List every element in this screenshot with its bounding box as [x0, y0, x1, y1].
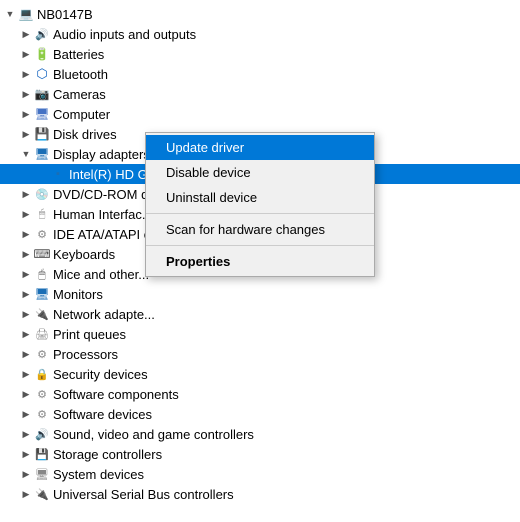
chevron-print	[18, 326, 34, 342]
icon-print: 🖨	[34, 326, 50, 342]
icon-monitors: 🖥	[34, 286, 50, 302]
chevron-computer	[18, 106, 34, 122]
label-batteries: Batteries	[53, 47, 520, 62]
chevron-swcomp	[18, 386, 34, 402]
chevron-security	[18, 366, 34, 382]
label-usb: Universal Serial Bus controllers	[53, 487, 520, 502]
chevron-monitors	[18, 286, 34, 302]
chevron-batteries	[18, 46, 34, 62]
tree-item-security[interactable]: 🔒Security devices	[0, 364, 520, 384]
icon-human: 🖱	[34, 206, 50, 222]
icon-security: 🔒	[34, 366, 50, 382]
label-cameras: Cameras	[53, 87, 520, 102]
label-swdev: Software devices	[53, 407, 520, 422]
tree-item-computer[interactable]: 🖥Computer	[0, 104, 520, 124]
label-computer: Computer	[53, 107, 520, 122]
icon-network: 🔌	[34, 306, 50, 322]
icon-computer: 🖥	[34, 106, 50, 122]
menu-separator	[146, 245, 374, 246]
chevron-sound	[18, 426, 34, 442]
icon-usb: 🔌	[34, 486, 50, 502]
chevron-ide	[18, 226, 34, 242]
chevron-usb	[18, 486, 34, 502]
icon-bluetooth: ⬡	[34, 66, 50, 82]
chevron-cameras	[18, 86, 34, 102]
label-security: Security devices	[53, 367, 520, 382]
icon-disk: 💾	[34, 126, 50, 142]
chevron-mice	[18, 266, 34, 282]
menu-item-scan-hardware[interactable]: Scan for hardware changes	[146, 217, 374, 242]
icon-proc: ⚙	[34, 346, 50, 362]
menu-item-uninstall-device[interactable]: Uninstall device	[146, 185, 374, 210]
icon-dvd: 💿	[34, 186, 50, 202]
tree-item-usb[interactable]: 🔌Universal Serial Bus controllers	[0, 484, 520, 504]
label-swcomp: Software components	[53, 387, 520, 402]
icon-display: 🖥	[34, 146, 50, 162]
label-sysdev: System devices	[53, 467, 520, 482]
chevron-display	[18, 146, 34, 162]
icon-gpu: ▪	[50, 166, 66, 182]
label-bluetooth: Bluetooth	[53, 67, 520, 82]
menu-item-disable-device[interactable]: Disable device	[146, 160, 374, 185]
tree-item-batteries[interactable]: 🔋Batteries	[0, 44, 520, 64]
label-storage: Storage controllers	[53, 447, 520, 462]
tree-item-storage[interactable]: 💾Storage controllers	[0, 444, 520, 464]
tree-item-proc[interactable]: ⚙Processors	[0, 344, 520, 364]
chevron-dvd	[18, 186, 34, 202]
chevron-proc	[18, 346, 34, 362]
tree-item-swdev[interactable]: ⚙Software devices	[0, 404, 520, 424]
chevron-bluetooth	[18, 66, 34, 82]
tree-item-print[interactable]: 🖨Print queues	[0, 324, 520, 344]
chevron-audio	[18, 26, 34, 42]
menu-separator	[146, 213, 374, 214]
label-root: NB0147B	[37, 7, 520, 22]
label-monitors: Monitors	[53, 287, 520, 302]
chevron-storage	[18, 446, 34, 462]
icon-keyboard: ⌨	[34, 246, 50, 262]
icon-audio: 🔊	[34, 26, 50, 42]
menu-item-properties[interactable]: Properties	[146, 249, 374, 274]
chevron-disk	[18, 126, 34, 142]
tree-item-audio[interactable]: 🔊Audio inputs and outputs	[0, 24, 520, 44]
chevron-keyboard	[18, 246, 34, 262]
tree-item-root[interactable]: 💻NB0147B	[0, 4, 520, 24]
label-network: Network adapte...	[53, 307, 520, 322]
icon-swcomp: ⚙	[34, 386, 50, 402]
icon-root: 💻	[18, 6, 34, 22]
chevron-root	[2, 6, 18, 22]
icon-sound: 🔊	[34, 426, 50, 442]
icon-cameras: 📷	[34, 86, 50, 102]
label-print: Print queues	[53, 327, 520, 342]
icon-mice: 🖱	[34, 266, 50, 282]
tree-item-bluetooth[interactable]: ⬡Bluetooth	[0, 64, 520, 84]
context-menu: Update driverDisable deviceUninstall dev…	[145, 132, 375, 277]
label-sound: Sound, video and game controllers	[53, 427, 520, 442]
icon-ide: ⚙	[34, 226, 50, 242]
tree-item-swcomp[interactable]: ⚙Software components	[0, 384, 520, 404]
chevron-human	[18, 206, 34, 222]
icon-swdev: ⚙	[34, 406, 50, 422]
tree-item-network[interactable]: 🔌Network adapte...	[0, 304, 520, 324]
tree-item-sysdev[interactable]: 🖥System devices	[0, 464, 520, 484]
chevron-sysdev	[18, 466, 34, 482]
tree-item-monitors[interactable]: 🖥Monitors	[0, 284, 520, 304]
tree-item-sound[interactable]: 🔊Sound, video and game controllers	[0, 424, 520, 444]
label-proc: Processors	[53, 347, 520, 362]
tree-item-cameras[interactable]: 📷Cameras	[0, 84, 520, 104]
icon-sysdev: 🖥	[34, 466, 50, 482]
chevron-swdev	[18, 406, 34, 422]
chevron-network	[18, 306, 34, 322]
menu-item-update-driver[interactable]: Update driver	[146, 135, 374, 160]
label-audio: Audio inputs and outputs	[53, 27, 520, 42]
icon-batteries: 🔋	[34, 46, 50, 62]
icon-storage: 💾	[34, 446, 50, 462]
